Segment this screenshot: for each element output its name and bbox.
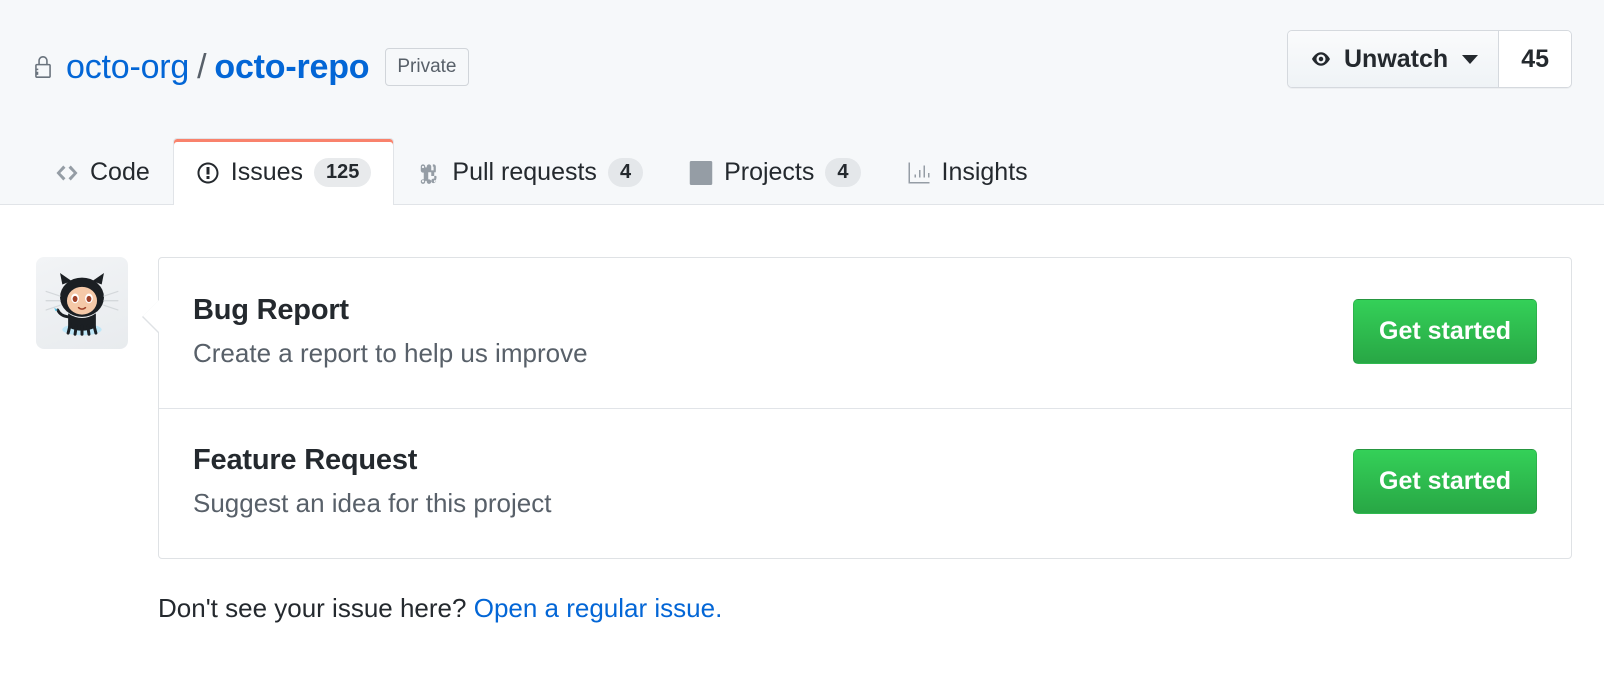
github-issue-templates-page: octo-org / octo-repo Private Unwatch 45 <box>0 0 1604 694</box>
template-description: Suggest an idea for this project <box>193 488 552 518</box>
git-pull-request-icon <box>417 161 441 185</box>
template-title: Bug Report <box>193 293 349 326</box>
unwatch-label: Unwatch <box>1344 44 1449 73</box>
graph-icon <box>907 161 931 185</box>
get-started-button[interactable]: Get started <box>1353 449 1537 514</box>
open-regular-issue-link[interactable]: Open a regular issue. <box>474 593 723 623</box>
tab-issues[interactable]: Issues 125 <box>172 138 395 205</box>
get-started-button[interactable]: Get started <box>1353 298 1537 364</box>
code-icon <box>55 161 79 185</box>
templates-card: Bug Report Create a report to help us im… <box>142 257 1572 559</box>
visibility-badge: Private <box>385 48 469 86</box>
template-description: Create a report to help us improve <box>193 337 588 368</box>
template-row[interactable]: Feature Request Suggest an idea for this… <box>159 408 1571 558</box>
octocat-avatar <box>36 257 128 349</box>
template-info: Feature Request Suggest an idea for this… <box>193 444 551 519</box>
templates-column: Bug Report Create a report to help us im… <box>142 257 1572 624</box>
repo-name-link[interactable]: octo-repo <box>214 48 369 87</box>
tab-code-label: Code <box>90 158 150 186</box>
template-info: Bug Report Create a report to help us im… <box>193 294 588 369</box>
unwatch-button[interactable]: Unwatch <box>1288 31 1500 87</box>
repository-tab-nav: Code Issues 125 Pull requests 4 Projects… <box>32 138 1051 205</box>
eye-icon <box>1308 50 1334 68</box>
watch-count[interactable]: 45 <box>1499 31 1571 87</box>
tab-pull-requests-counter: 4 <box>607 158 644 187</box>
tab-issues-counter: 125 <box>314 158 372 187</box>
regular-issue-note: Don't see your issue here? Open a regula… <box>158 593 1572 624</box>
breadcrumb-separator: / <box>197 47 207 86</box>
tab-insights[interactable]: Insights <box>884 138 1051 205</box>
template-title: Feature Request <box>193 444 418 476</box>
project-board-icon <box>689 160 713 185</box>
tab-pull-requests-label: Pull requests <box>452 158 597 186</box>
tab-projects-counter: 4 <box>825 158 861 187</box>
template-row[interactable]: Bug Report Create a report to help us im… <box>159 258 1571 408</box>
tab-pull-requests[interactable]: Pull requests 4 <box>394 138 666 205</box>
tab-code[interactable]: Code <box>32 138 173 205</box>
chevron-down-icon <box>1462 54 1479 64</box>
tab-issues-label: Issues <box>230 158 304 186</box>
repository-breadcrumb: octo-org / octo-repo <box>66 47 370 87</box>
lock-icon <box>32 54 66 80</box>
watch-button-group: Unwatch 45 <box>1287 30 1572 88</box>
tab-insights-label: Insights <box>941 158 1028 186</box>
repository-header: octo-org / octo-repo Private Unwatch 45 <box>0 0 1604 205</box>
tab-projects[interactable]: Projects 4 <box>666 138 883 205</box>
repo-owner-link[interactable]: octo-org <box>66 48 189 87</box>
tab-projects-label: Projects <box>724 158 815 186</box>
issue-opened-icon <box>196 161 220 185</box>
regular-issue-text: Don't see your issue here? <box>158 593 467 623</box>
issue-template-chooser: Bug Report Create a report to help us im… <box>0 205 1604 624</box>
